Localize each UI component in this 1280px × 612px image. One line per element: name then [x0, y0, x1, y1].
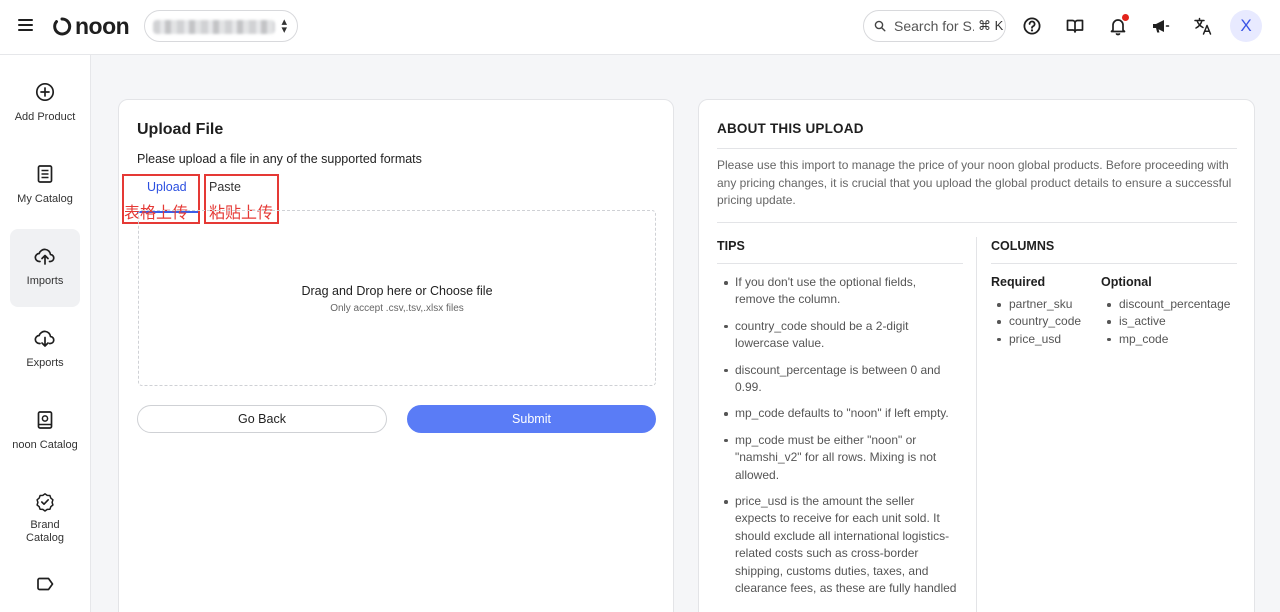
- plus-circle-icon: [35, 82, 55, 102]
- search-box[interactable]: ⌘ K: [863, 10, 1006, 42]
- column-divider: [976, 237, 977, 612]
- notification-dot: [1122, 14, 1129, 21]
- divider: [717, 263, 963, 264]
- search-icon: [874, 20, 886, 32]
- sidebar-item-noon-catalog[interactable]: noon Catalog: [10, 393, 80, 471]
- search-shortcut: ⌘ K: [978, 18, 1004, 33]
- required-title: Required: [991, 275, 1046, 289]
- sidebar-item-label: Brand Catalog: [26, 519, 64, 544]
- list-item: partner_sku: [991, 296, 1081, 313]
- file-dropzone[interactable]: Drag and Drop here or Choose file Only a…: [138, 210, 656, 386]
- divider: [717, 148, 1237, 149]
- noon-catalog-icon: [37, 411, 53, 429]
- bell-icon[interactable]: [1106, 14, 1130, 38]
- store-selector[interactable]: ▴ ▾: [144, 10, 298, 42]
- dropzone-subtitle: Only accept .csv,.tsv,.xlsx files: [330, 303, 464, 314]
- about-description: Please use this import to manage the pri…: [717, 158, 1232, 207]
- list-item: discount_percentage is between 0 and 0.9…: [717, 362, 957, 397]
- submit-button[interactable]: Submit: [407, 405, 656, 433]
- sidebar-item-label: Exports: [26, 357, 64, 369]
- cloud-download-icon: [34, 330, 55, 347]
- dropzone-title[interactable]: Drag and Drop here or Choose file: [139, 284, 655, 298]
- upload-card: Upload File Please upload a file in any …: [118, 99, 674, 612]
- list-item: If you don't use the optional fields, re…: [717, 274, 957, 309]
- sidebar-item-label: My Catalog: [17, 193, 73, 205]
- list-item: price_usd is the amount the seller expec…: [717, 493, 957, 597]
- menu-icon[interactable]: [16, 16, 36, 36]
- divider: [717, 222, 1237, 223]
- megaphone-icon[interactable]: [1148, 14, 1172, 38]
- help-icon[interactable]: [1020, 14, 1044, 38]
- top-bar: noon ▴▾ ⌘ K X: [0, 0, 1280, 55]
- list-item: price_usd: [991, 331, 1081, 348]
- user-avatar[interactable]: X: [1230, 10, 1262, 42]
- catalog-icon: [37, 165, 53, 183]
- list-item: mp_code defaults to "noon" if left empty…: [717, 405, 957, 422]
- optional-columns-list: discount_percentage is_active mp_code: [1101, 296, 1230, 348]
- sidebar-item-tags[interactable]: [10, 557, 80, 612]
- sidebar-item-imports[interactable]: Imports: [10, 229, 80, 307]
- tag-icon: [37, 577, 54, 591]
- noon-logo-mark: [53, 17, 72, 36]
- list-item: country_code should be a 2-digit lowerca…: [717, 318, 957, 353]
- required-columns-list: partner_sku country_code price_usd: [991, 296, 1081, 348]
- sidebar-item-my-catalog[interactable]: My Catalog: [10, 147, 80, 225]
- list-item: mp_code: [1101, 331, 1230, 348]
- about-card: ABOUT THIS UPLOAD Please use this import…: [698, 99, 1255, 612]
- sidebar-item-exports[interactable]: Exports: [10, 311, 80, 389]
- columns-title: COLUMNS: [991, 239, 1055, 253]
- translate-icon[interactable]: [1191, 14, 1215, 38]
- sidebar-item-label: Imports: [26, 275, 64, 287]
- tips-title: TIPS: [717, 239, 745, 253]
- sidebar-item-add-product[interactable]: Add Product: [10, 65, 80, 143]
- go-back-button[interactable]: Go Back: [137, 405, 387, 433]
- sidebar-item-label: Add Product: [14, 111, 76, 123]
- badge-check-icon: [36, 493, 54, 512]
- about-title: ABOUT THIS UPLOAD: [717, 121, 864, 136]
- list-item: discount_percentage: [1101, 296, 1230, 313]
- logo-text: noon: [75, 12, 130, 39]
- divider: [991, 263, 1237, 264]
- sidebar: Add Product My Catalog Imports Exports n…: [0, 55, 91, 612]
- list-item: is_active: [1101, 313, 1230, 330]
- noon-logo[interactable]: noon: [52, 12, 130, 40]
- tips-list: If you don't use the optional fields, re…: [717, 274, 957, 607]
- sidebar-item-brand-catalog[interactable]: Brand Catalog: [10, 475, 80, 553]
- list-item: mp_code must be either "noon" or "namshi…: [717, 432, 957, 484]
- book-icon[interactable]: [1063, 14, 1087, 38]
- store-name-redacted: [153, 20, 275, 34]
- optional-title: Optional: [1101, 275, 1152, 289]
- list-item: country_code: [991, 313, 1081, 330]
- card-subtitle: Please upload a file in any of the suppo…: [137, 152, 422, 166]
- card-title: Upload File: [137, 121, 224, 138]
- search-input[interactable]: [894, 18, 974, 34]
- chevron-up-down-icon: ▴ ▾: [281, 16, 287, 36]
- cloud-upload-icon: [34, 248, 55, 265]
- sidebar-item-label: noon Catalog: [12, 439, 78, 451]
